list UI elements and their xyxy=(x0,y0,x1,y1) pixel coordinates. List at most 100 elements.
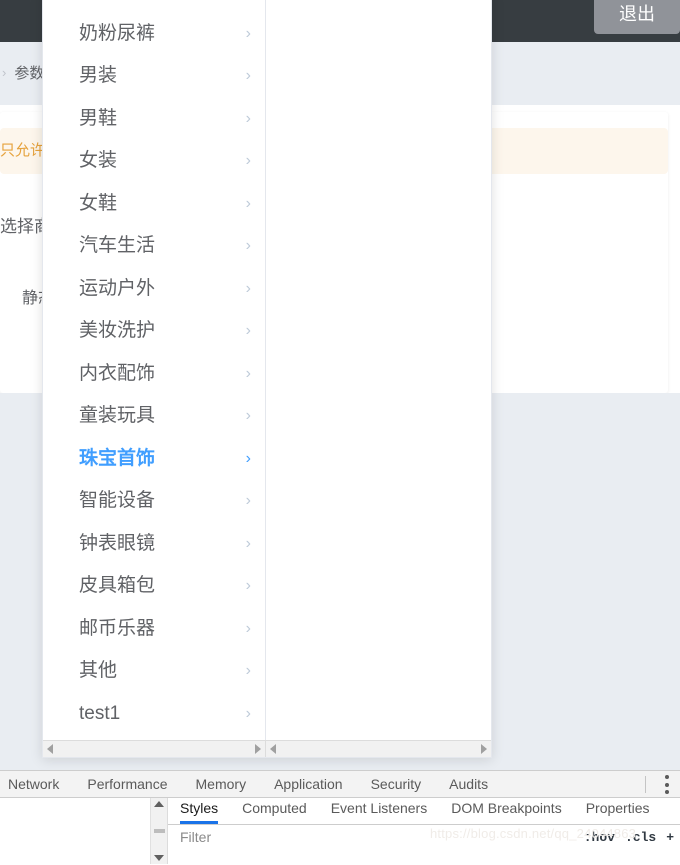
chevron-right-icon: › xyxy=(245,662,251,679)
chevron-right-icon: › xyxy=(245,619,251,637)
element-state-button[interactable]: :hov xyxy=(584,830,615,845)
dom-tree-vertical-scrollbar[interactable] xyxy=(151,798,168,864)
horizontal-scrollbar-level-2[interactable] xyxy=(266,740,491,757)
cascader-scrollbars xyxy=(43,740,491,757)
cascader-item[interactable]: 女鞋 › xyxy=(43,183,265,226)
chevron-right-icon: › xyxy=(245,67,251,84)
cascader-item[interactable]: 家装建材 › xyxy=(43,0,265,13)
cascader-item-label: 家装建材 xyxy=(79,0,155,13)
chevron-right-icon: › xyxy=(245,237,251,254)
cascader-item-label: 其他 xyxy=(79,660,118,681)
page-root: 退出 › 参数 只允许为第三级分类设置相关参数! 选择商品分类: 静态参数 家装… xyxy=(0,0,680,770)
cascader-item[interactable]: 童装玩具 › xyxy=(43,395,265,438)
cascader-item-label: test1 xyxy=(79,702,121,724)
cascader-item-label: 皮具箱包 xyxy=(79,575,156,596)
devtools-tab-audits[interactable]: Audits xyxy=(449,776,488,792)
chevron-right-icon: › xyxy=(245,407,251,424)
chevron-right-icon: › xyxy=(245,279,251,297)
element-state-button[interactable]: .cls xyxy=(625,830,656,845)
cascader-item[interactable]: test1 › xyxy=(43,693,265,736)
styles-subtab-bar: Styles Computed Event Listeners DOM Breakpo… xyxy=(168,798,680,825)
cascader-item-label: 童装玩具 xyxy=(79,405,156,426)
chevron-right-icon: › xyxy=(245,24,251,42)
cascader-item-label: 女装 xyxy=(79,150,118,171)
cascader-menu-level-2[interactable] xyxy=(266,0,489,740)
styles-subtab-computed[interactable]: Computed xyxy=(242,800,307,824)
scrollbar-thumb[interactable] xyxy=(153,829,165,833)
scroll-right-arrow-icon[interactable] xyxy=(481,744,487,754)
cascader-item[interactable]: 邮币乐器 › xyxy=(43,608,265,651)
chevron-right-icon: › xyxy=(245,109,251,127)
cascader-item-label: 男鞋 xyxy=(79,107,118,129)
styles-subtab-properties[interactable]: Properties xyxy=(586,800,650,824)
scroll-right-arrow-icon[interactable] xyxy=(255,744,261,754)
devtools-body: Styles Computed Event Listeners DOM Breakpo… xyxy=(0,798,680,864)
chevron-right-icon: › xyxy=(245,577,251,594)
devtools-tab-security[interactable]: Security xyxy=(371,776,422,792)
cascader-item[interactable]: 智能设备 › xyxy=(43,480,265,523)
scroll-down-arrow-icon[interactable] xyxy=(154,855,164,861)
chevron-right-icon: › xyxy=(245,152,251,169)
cascader-item-label: 内衣配饰 xyxy=(79,362,156,384)
cascader-item[interactable]: 男鞋 › xyxy=(43,98,265,141)
styles-subtab-dom-breakpoints[interactable]: DOM Breakpoints xyxy=(451,800,561,824)
devtools-tab-memory[interactable]: Memory xyxy=(196,776,247,792)
horizontal-scrollbar-level-1[interactable] xyxy=(43,740,266,757)
cascader-item[interactable]: 汽车生活 › xyxy=(43,225,265,268)
styles-pane: Styles Computed Event Listeners DOM Breakpo… xyxy=(168,798,680,864)
cascader-item[interactable]: 美妆洗护 › xyxy=(43,310,265,353)
chevron-right-icon: › xyxy=(245,492,251,509)
devtools-tab-application[interactable]: Application xyxy=(274,776,343,792)
more-options-icon[interactable] xyxy=(665,775,669,794)
styles-subtab-styles[interactable]: Styles xyxy=(180,800,219,824)
cascader-item[interactable]: 其他 › xyxy=(43,650,265,693)
chevron-right-icon: › xyxy=(245,194,251,212)
breadcrumb-current: 参数 xyxy=(14,65,45,82)
cascader-item[interactable]: 男装 › xyxy=(43,55,265,98)
cascader-item[interactable]: 皮具箱包 › xyxy=(43,565,265,608)
scroll-left-arrow-icon[interactable] xyxy=(47,744,53,754)
scroll-left-arrow-icon[interactable] xyxy=(270,744,276,754)
chevron-right-icon: › xyxy=(245,704,251,722)
cascader-item[interactable]: 内衣配饰 › xyxy=(43,353,265,396)
element-state-button[interactable]: + xyxy=(666,830,674,845)
dom-tree-pane[interactable] xyxy=(0,798,151,864)
chevron-right-icon: › xyxy=(246,0,251,13)
cascader-item[interactable]: 珠宝首饰 › xyxy=(43,438,265,481)
cascader-item-label: 奶粉尿裤 xyxy=(79,22,156,44)
tabbar-divider xyxy=(645,776,646,793)
cascader-item-list: 家装建材›奶粉尿裤›男装›男鞋›女装›女鞋›汽车生活›运动户外›美妆洗护›内衣配… xyxy=(43,0,265,735)
chevron-right-icon: › xyxy=(245,534,251,552)
cascader-item-label: 男装 xyxy=(79,65,118,86)
devtools-tabbar: Network Performance Memory Application Secur… xyxy=(0,771,680,798)
devtools-tab-performance[interactable]: Performance xyxy=(87,776,167,792)
logout-button[interactable]: 退出 xyxy=(594,0,680,34)
cascader-item[interactable]: 运动户外 › xyxy=(43,268,265,311)
devtools-panel: Network Performance Memory Application Secur… xyxy=(0,770,680,865)
chevron-right-icon: › xyxy=(245,322,251,339)
devtools-tab-network[interactable]: Network xyxy=(8,776,59,792)
cascader-item[interactable]: 钟表眼镜 › xyxy=(43,523,265,566)
cascader-item-label: 珠宝首饰 xyxy=(79,447,156,469)
cascader-item-label: 美妆洗护 xyxy=(79,320,156,341)
cascader-item[interactable]: 女装 › xyxy=(43,140,265,183)
cascader-item[interactable]: 奶粉尿裤 › xyxy=(43,13,265,56)
cascader-item-label: 邮币乐器 xyxy=(79,617,156,639)
cascader-item-label: 汽车生活 xyxy=(79,235,156,256)
scroll-up-arrow-icon[interactable] xyxy=(154,801,164,807)
breadcrumb: › 参数 xyxy=(0,62,44,83)
cascader-item-label: 女鞋 xyxy=(79,192,118,214)
styles-filter-input[interactable] xyxy=(180,829,360,845)
cascader-panels: 家装建材›奶粉尿裤›男装›男鞋›女装›女鞋›汽车生活›运动户外›美妆洗护›内衣配… xyxy=(43,0,491,740)
cascader-item-label: 智能设备 xyxy=(79,490,156,511)
cascader-menu-level-1[interactable]: 家装建材›奶粉尿裤›男装›男鞋›女装›女鞋›汽车生活›运动户外›美妆洗护›内衣配… xyxy=(43,0,266,740)
chevron-right-icon: › xyxy=(245,449,251,467)
chevron-right-icon: › xyxy=(2,65,7,80)
cascader-dropdown[interactable]: 家装建材›奶粉尿裤›男装›男鞋›女装›女鞋›汽车生活›运动户外›美妆洗护›内衣配… xyxy=(42,0,492,758)
cascader-item-label: 运动户外 xyxy=(79,277,156,299)
styles-filter-row: :hov .cls + xyxy=(168,825,680,849)
styles-subtab-event-listeners[interactable]: Event Listeners xyxy=(331,800,428,824)
chevron-right-icon: › xyxy=(245,364,251,382)
cascader-item-label: 钟表眼镜 xyxy=(79,532,156,554)
element-state-buttons: :hov .cls + xyxy=(584,830,674,845)
